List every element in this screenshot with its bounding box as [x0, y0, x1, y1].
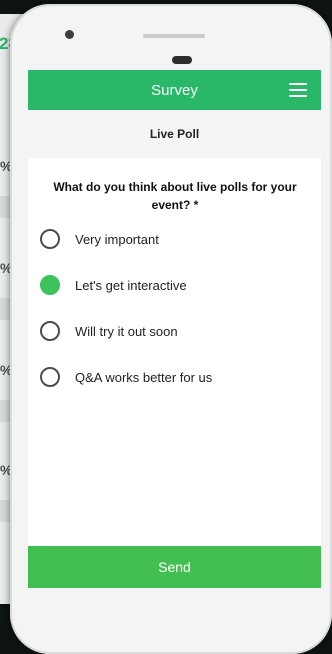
earpiece-speaker [143, 34, 205, 38]
option-label: Will try it out soon [75, 323, 178, 339]
option-label: Very important [75, 231, 159, 247]
poll-option-lets-get-interactive[interactable]: Let's get interactive [40, 272, 300, 298]
poll-question: What do you think about live polls for y… [53, 180, 297, 212]
option-label: Q&A works better for us [75, 369, 213, 385]
radio-button-icon[interactable] [40, 229, 60, 249]
poll-option-will-try-it-out-soon[interactable]: Will try it out soon [40, 318, 300, 344]
app-screen: Survey Live Poll What do you think about… [28, 70, 321, 588]
poll-subheader: Live Poll [28, 110, 321, 158]
poll-option-qa-works-better[interactable]: Q&A works better for us [40, 364, 300, 390]
front-camera [65, 30, 74, 39]
radio-button-icon[interactable] [40, 367, 60, 387]
send-button[interactable]: Send [28, 546, 321, 588]
poll-option-very-important[interactable]: Very important [40, 226, 300, 252]
app-header: Survey [28, 70, 321, 110]
send-button-label: Send [158, 559, 191, 575]
app-title: Survey [151, 81, 198, 99]
hamburger-menu-icon[interactable] [289, 83, 307, 97]
proximity-sensor [172, 56, 192, 64]
radio-button-icon[interactable] [40, 321, 60, 341]
radio-button-selected-icon[interactable] [40, 275, 60, 295]
poll-title: Live Poll [149, 127, 200, 141]
option-label: Let's get interactive [75, 277, 187, 293]
